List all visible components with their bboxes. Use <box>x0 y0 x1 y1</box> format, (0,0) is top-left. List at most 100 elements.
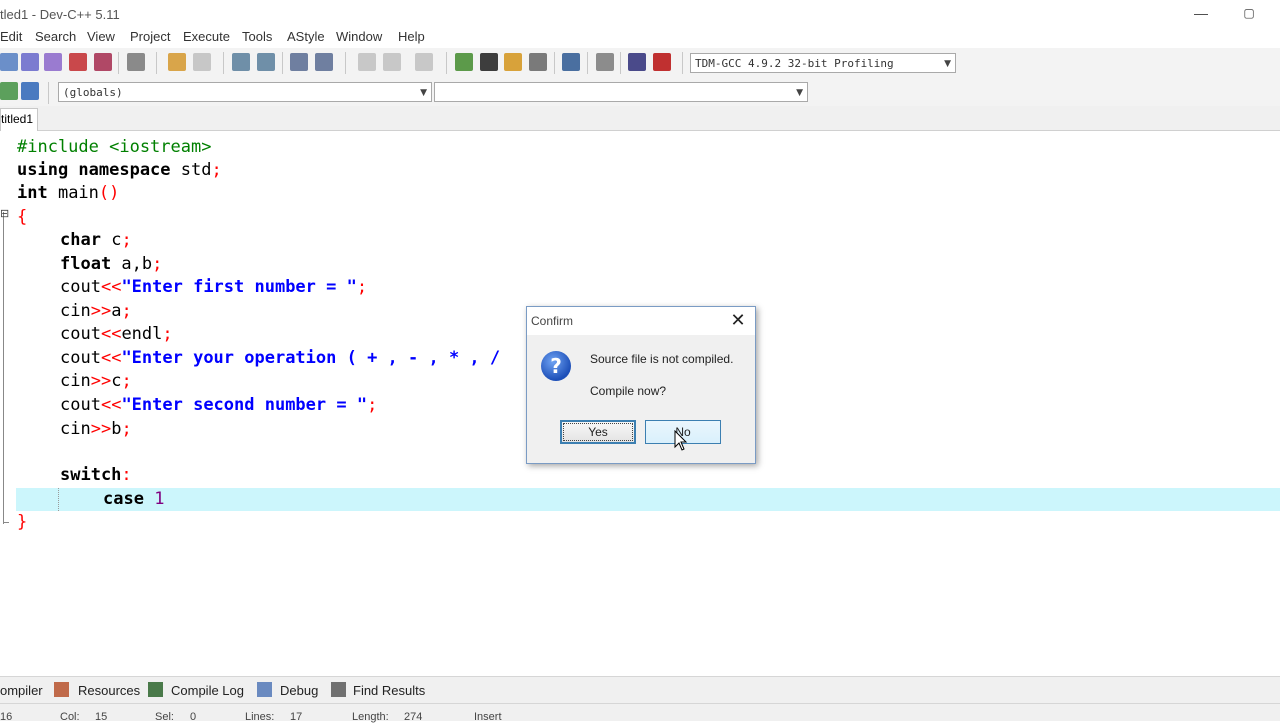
identifier: endl <box>121 324 163 344</box>
preprocessor-directive: #include <iostream> <box>17 137 212 157</box>
menu-edit[interactable]: Edit <box>0 29 22 44</box>
window-title: tled1 - Dev-C++ 5.11 <box>0 7 120 22</box>
chevron-down-icon: ▼ <box>420 88 427 98</box>
close-all-icon[interactable] <box>94 53 112 71</box>
run-icon[interactable] <box>480 53 498 71</box>
fold-end-marker <box>3 522 9 523</box>
operator: >> <box>90 419 112 439</box>
open-icon[interactable] <box>0 53 18 71</box>
scope-select[interactable]: (globals) ▼ <box>58 82 432 102</box>
identifier: b <box>111 419 122 439</box>
tab-debug[interactable]: Debug <box>280 683 318 698</box>
code-line: int main() <box>17 182 119 205</box>
identifier: main <box>47 183 99 203</box>
fold-collapse-icon[interactable]: ⊟ <box>0 209 9 220</box>
dialog-question: Compile now? <box>590 384 667 398</box>
title-bar: tled1 - Dev-C++ 5.11 — ▢ <box>0 0 1280 28</box>
tab-find-results[interactable]: Find Results <box>353 683 425 698</box>
insert-icon[interactable] <box>0 82 18 100</box>
tab-compile-log[interactable]: Compile Log <box>171 683 244 698</box>
string-literal: "Enter second number = " <box>121 395 368 415</box>
identifier: cout <box>60 324 101 344</box>
yes-button[interactable]: Yes <box>560 420 636 444</box>
identifier: cin <box>60 371 91 391</box>
menu-window[interactable]: Window <box>336 29 382 44</box>
status-length-label: Length: <box>352 711 389 723</box>
keyword: char <box>60 230 101 250</box>
code-line: cin>>a; <box>60 300 132 323</box>
toolbar-separator <box>345 52 346 74</box>
close-icon[interactable]: ✕ <box>727 309 749 331</box>
menu-search[interactable]: Search <box>35 29 76 44</box>
menu-tools[interactable]: Tools <box>242 29 272 44</box>
toolbar-separator <box>48 82 49 104</box>
stop-execution-icon[interactable] <box>596 53 614 71</box>
compiler-select[interactable]: TDM-GCC 4.9.2 32-bit Profiling ▼ <box>690 53 956 73</box>
keyword: float <box>60 254 112 274</box>
identifier: a,b <box>111 254 153 274</box>
chevron-down-icon: ▼ <box>944 59 951 69</box>
code-line: float a,b; <box>60 253 162 276</box>
rebuild-icon[interactable] <box>529 53 547 71</box>
keyword: case <box>103 489 144 509</box>
status-lines-value: 17 <box>290 711 303 723</box>
menu-view[interactable]: View <box>87 29 115 44</box>
toggle-bookmark-icon[interactable] <box>21 82 39 100</box>
operator: ; <box>121 419 132 439</box>
code-line: { <box>17 206 27 229</box>
replace-icon[interactable] <box>257 53 275 71</box>
compile-icon[interactable] <box>455 53 473 71</box>
code-line: cin>>b; <box>60 418 132 441</box>
resources-icon <box>54 682 69 697</box>
code-line: cin>>c; <box>60 370 132 393</box>
dialog-message: Source file is not compiled. <box>590 352 734 366</box>
operator: >> <box>90 371 112 391</box>
operator: ; <box>121 301 132 321</box>
identifier: a <box>111 301 122 321</box>
main-toolbar: TDM-GCC 4.9.2 32-bit Profiling ▼ <box>0 48 1280 79</box>
member-select[interactable]: ▼ <box>434 82 808 102</box>
profile-chart-icon[interactable] <box>628 53 646 71</box>
save-all-icon[interactable] <box>44 53 62 71</box>
tab-compiler[interactable]: ompiler <box>0 683 43 698</box>
tab-untitled1[interactable]: titled1 <box>0 108 39 131</box>
tab-resources[interactable]: Resources <box>78 683 140 698</box>
code-line: using namespace std; <box>17 159 222 182</box>
menu-help[interactable]: Help <box>398 29 425 44</box>
bottom-panel-tabs: ompiler Resources Compile Log Debug Find… <box>0 676 1280 703</box>
toolbar-separator <box>223 52 224 74</box>
minimize-icon[interactable]: — <box>1190 2 1212 24</box>
status-sel-label: Sel: <box>155 711 174 723</box>
restore-icon[interactable]: ▢ <box>1238 2 1260 24</box>
operator: << <box>100 395 122 415</box>
project-options-icon[interactable] <box>415 53 433 71</box>
code-line: char c; <box>60 229 132 252</box>
code-line: } <box>17 511 27 534</box>
code-line: cout<<"Enter first number = "; <box>60 276 367 299</box>
indent-guide <box>58 488 59 511</box>
close-file-icon[interactable] <box>69 53 87 71</box>
chevron-down-icon: ▼ <box>796 88 803 98</box>
goto-line-icon[interactable] <box>290 53 308 71</box>
identifier: c <box>111 371 122 391</box>
indent-icon[interactable] <box>315 53 333 71</box>
status-bar: 16 Col: 15 Sel: 0 Lines: 17 Length: 274 … <box>0 703 1280 723</box>
code-line: cout<<endl; <box>60 323 173 346</box>
menu-project[interactable]: Project <box>130 29 170 44</box>
menu-astyle[interactable]: AStyle <box>287 29 325 44</box>
project-remove-icon[interactable] <box>383 53 401 71</box>
project-add-icon[interactable] <box>358 53 376 71</box>
print-icon[interactable] <box>127 53 145 71</box>
undo-icon[interactable] <box>168 53 186 71</box>
identifier: c <box>100 230 122 250</box>
compile-run-icon[interactable] <box>504 53 522 71</box>
redo-icon[interactable] <box>193 53 211 71</box>
syntax-check-icon[interactable] <box>562 53 580 71</box>
menu-execute[interactable]: Execute <box>183 29 230 44</box>
find-icon[interactable] <box>232 53 250 71</box>
scope-select-value: (globals) <box>63 86 123 99</box>
operator: << <box>100 324 122 344</box>
profile-delete-icon[interactable] <box>653 53 671 71</box>
save-icon[interactable] <box>21 53 39 71</box>
operator: ; <box>367 395 378 415</box>
